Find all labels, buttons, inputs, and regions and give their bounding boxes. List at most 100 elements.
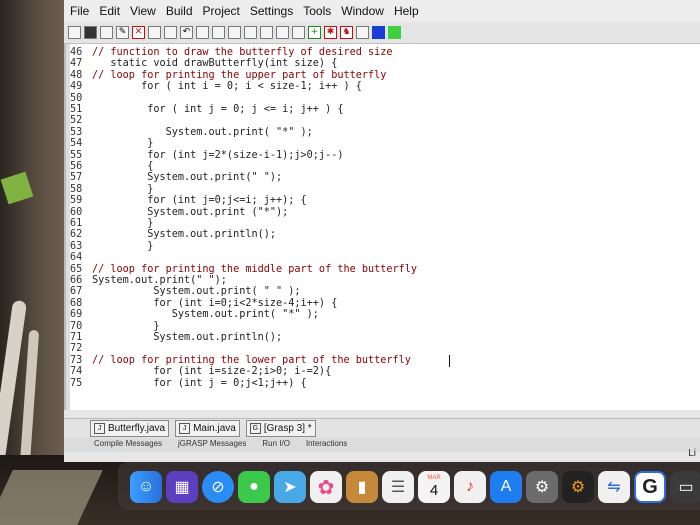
copy-icon[interactable] [148, 26, 161, 39]
code-editor[interactable]: 46 // function to draw the butterfly of d… [64, 44, 700, 410]
new-file-icon[interactable] [68, 26, 81, 39]
code-line[interactable]: 61 } [70, 218, 153, 230]
contacts-icon[interactable]: ▮ [346, 471, 378, 503]
undo-icon[interactable]: ↶ [180, 26, 193, 39]
system-preferences-icon[interactable]: ⚙ [526, 471, 558, 503]
status-text: Li [688, 448, 696, 459]
code-text: System.out.print ("*"); [92, 206, 289, 218]
line-number: 53 [70, 126, 83, 138]
code-line[interactable]: 68 for (int i=0;i<2*size-4;i++) { [70, 298, 337, 310]
line-number: 58 [70, 183, 83, 195]
code-text: // loop for printing the middle part of … [92, 263, 418, 275]
reminders-icon[interactable]: ☰ [382, 471, 414, 503]
line-number: 57 [70, 172, 83, 184]
line-number: 73 [70, 354, 83, 366]
tab-butterfly-java[interactable]: J Butterfly.java [90, 420, 170, 437]
green-square-icon[interactable] [388, 26, 401, 39]
blue-square-icon[interactable] [372, 26, 385, 39]
app-store-icon[interactable]: A [490, 471, 522, 503]
menu-project[interactable]: Project [203, 4, 240, 18]
launchpad-icon[interactable]: ▦ [166, 471, 198, 503]
code-line[interactable]: 54 } [70, 138, 153, 150]
code-line[interactable]: 48 // loop for printing the upper part of… [70, 70, 386, 82]
code-line[interactable]: 71 System.out.println(); [70, 332, 282, 344]
step-icon[interactable] [356, 26, 369, 39]
line-number: 54 [70, 138, 83, 150]
code-line[interactable]: 58 } [70, 184, 153, 196]
save-icon[interactable] [84, 26, 97, 39]
code-line[interactable]: 59 for (int j=0;j<=i; j++); { [70, 195, 307, 207]
print-icon[interactable] [100, 26, 113, 39]
menu-view[interactable]: View [130, 4, 156, 18]
g-app-icon[interactable]: G [634, 471, 666, 503]
maps-icon[interactable]: ➤ [274, 471, 306, 503]
code-line[interactable]: 67 System.out.print( " " ); [70, 286, 301, 298]
toggle-icon[interactable]: ⇋ [598, 471, 630, 503]
code-line[interactable]: 53 System.out.print( "*" ); [70, 127, 313, 139]
finder-icon[interactable]: ☺ [130, 471, 162, 503]
code-text: for (int i=0;i<2*size-4;i++) { [92, 297, 338, 309]
line-number: 64 [70, 252, 83, 264]
doc-icon[interactable] [228, 26, 241, 39]
menu-settings[interactable]: Settings [250, 4, 293, 18]
code-line[interactable]: 73 // loop for printing the lower part of… [70, 355, 411, 367]
code-line[interactable]: 57 System.out.print(" "); [70, 172, 282, 184]
jgrasp-icon[interactable]: ⚙ [562, 471, 594, 503]
code-line[interactable]: 74 for (int i=size-2;i>0; i-=2){ [70, 366, 331, 378]
doc-icon[interactable] [196, 26, 209, 39]
edit-icon[interactable]: ✎ [116, 26, 129, 39]
paste-icon[interactable] [164, 26, 177, 39]
code-line[interactable]: 62 System.out.println(); [70, 229, 276, 241]
code-line[interactable]: 49 for ( int i = 0; i < size-1; i++ ) { [70, 81, 362, 93]
code-text: } [92, 138, 154, 150]
code-line[interactable]: 69 System.out.print( "*" ); [70, 309, 319, 321]
code-line[interactable]: 52 [70, 115, 92, 127]
music-icon[interactable]: ♪ [454, 471, 486, 503]
menu-file[interactable]: File [70, 4, 89, 18]
menu-tools[interactable]: Tools [303, 4, 331, 18]
tab-jgrasp-messages[interactable]: jGRASP Messages [178, 439, 246, 448]
photos-icon[interactable]: ✿ [310, 471, 342, 503]
calendar-icon[interactable]: MAR 4 [418, 471, 450, 503]
code-line[interactable]: 60 System.out.print ("*"); [70, 207, 288, 219]
code-line[interactable]: 46 // function to draw the butterfly of d… [70, 47, 393, 59]
chart-icon[interactable] [260, 26, 273, 39]
tree-icon[interactable] [276, 26, 289, 39]
code-line[interactable]: 72 [70, 343, 92, 355]
line-number: 62 [70, 229, 83, 241]
tab-compile-messages[interactable]: Compile Messages [94, 439, 162, 448]
tab-main-java[interactable]: J Main.java [175, 420, 240, 437]
safari-icon[interactable]: ⊘ [202, 471, 234, 503]
code-line[interactable]: 65 // loop for printing the middle part o… [70, 264, 417, 276]
code-line[interactable]: 64 [70, 252, 92, 264]
code-line[interactable]: 66 System.out.print(" "); [70, 275, 227, 287]
messages-icon[interactable]: ● [238, 471, 270, 503]
line-number: 68 [70, 297, 83, 309]
debug-icon[interactable]: ✱ [324, 26, 337, 39]
run-icon[interactable]: ♞ [340, 26, 353, 39]
close-icon[interactable]: * [305, 423, 312, 434]
folder-icon[interactable]: ▭ [670, 471, 700, 503]
tab-interactions[interactable]: Interactions [306, 439, 347, 448]
code-line[interactable]: 63 } [70, 241, 153, 253]
code-line[interactable]: 56 { [70, 161, 153, 173]
code-line[interactable]: 51 for ( int j = 0; j <= i; j++ ) { [70, 104, 343, 116]
code-line[interactable]: 55 for (int j=2*(size-i-1);j>0;j--) [70, 150, 343, 162]
doc-icon[interactable] [212, 26, 225, 39]
menu-build[interactable]: Build [166, 4, 193, 18]
compile-icon[interactable] [292, 26, 305, 39]
tab-label: [Grasp 3] [263, 423, 306, 434]
tab-grasp[interactable]: G [Grasp 3] * [245, 420, 316, 437]
menu-edit[interactable]: Edit [99, 4, 120, 18]
code-line[interactable]: 70 } [70, 321, 159, 333]
tab-run-io[interactable]: Run I/O [262, 439, 290, 448]
code-line[interactable]: 75 for (int j = 0;j<1;j++) { [70, 378, 307, 390]
doc-icon[interactable] [244, 26, 257, 39]
menu-help[interactable]: Help [394, 4, 419, 18]
menu-window[interactable]: Window [341, 4, 384, 18]
code-line[interactable]: 47 static void drawButterfly(int size) { [70, 58, 337, 70]
cut-icon[interactable]: ✕ [132, 26, 145, 39]
code-text: System.out.print(" "); [92, 172, 283, 184]
plus-icon[interactable]: + [308, 26, 321, 39]
code-line[interactable]: 50 [70, 93, 92, 105]
